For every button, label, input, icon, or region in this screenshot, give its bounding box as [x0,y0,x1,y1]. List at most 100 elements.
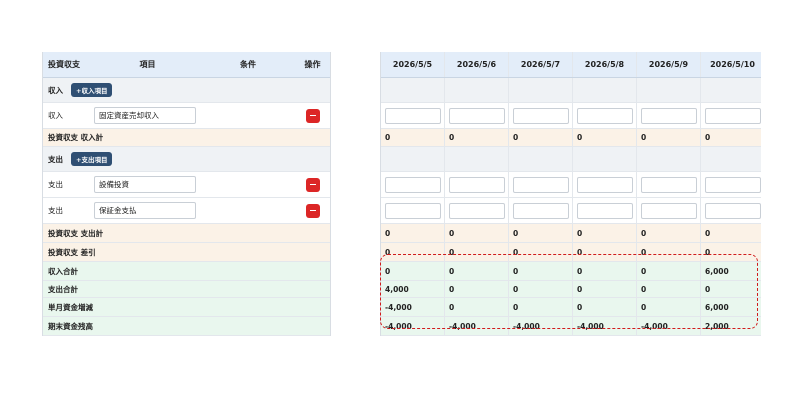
amount-input[interactable] [705,176,761,193]
value-cell: 0 [637,262,701,280]
monthly-change-label: 単月資金増減 [48,302,93,312]
delete-item-button[interactable] [305,108,320,123]
value-cell: 0 [509,224,573,242]
row-type-label: 支出 [48,180,63,189]
expense-item-row: 支出 設備投資 [43,172,330,198]
difference-row: 投資収支 差引 [43,243,330,262]
daily-cashflow-table: 2026/5/5 2026/5/6 2026/5/7 2026/5/8 2026… [380,52,761,336]
item-name-input[interactable]: 設備投資 [94,176,196,193]
value-cell: -4,000 [509,317,573,335]
value-cell: 0 [509,243,573,261]
income-amount-row [381,103,761,129]
income-item-row: 収入 固定資産売却収入 [43,103,330,129]
expense-subtotal-values-row: 0 0 0 0 0 0 [381,224,761,243]
value-cell: 6,000 [701,262,761,280]
investment-items-table: 投資収支 項目 条件 操作 収入 +収入項目 収入 固定資産売却収入 投資収支 … [42,52,331,336]
monthly-change-values-row: -4,000 0 0 0 0 6,000 [381,298,761,317]
header-type: 投資収支 [48,60,80,69]
value-cell: 0 [381,262,445,280]
amount-input[interactable] [513,202,569,219]
value-cell: 0 [445,298,509,316]
value-cell: 0 [573,281,637,297]
item-name-input[interactable]: 保証金支払 [94,202,196,219]
ending-balance-values-row: -4,000 -4,000 -4,000 -4,000 -4,000 2,000 [381,317,761,336]
date-header: 2026/5/10 [701,52,761,77]
amount-input[interactable] [641,107,697,124]
value-cell: 0 [701,129,761,146]
value-cell: 6,000 [701,298,761,316]
header-condition: 条件 [240,60,256,69]
amount-input[interactable] [641,202,697,219]
minus-icon [309,183,316,186]
value-cell: 0 [381,129,445,146]
amount-input[interactable] [513,176,569,193]
amount-input[interactable] [385,176,441,193]
amount-input[interactable] [705,202,761,219]
expense-section-row [381,147,761,172]
value-cell: 0 [381,243,445,261]
value-cell: 0 [701,224,761,242]
amount-input[interactable] [513,107,569,124]
value-cell: 0 [637,281,701,297]
value-cell: 0 [701,281,761,297]
value-cell: 0 [637,243,701,261]
amount-input[interactable] [577,107,633,124]
amount-input[interactable] [385,107,441,124]
amount-input[interactable] [641,176,697,193]
value-cell: 4,000 [381,281,445,297]
expense-amount-row [381,172,761,198]
value-cell: 0 [445,129,509,146]
row-type-label: 収入 [48,111,63,120]
difference-label: 投資収支 差引 [48,247,96,257]
value-cell: 0 [509,129,573,146]
value-cell: 0 [509,281,573,297]
expense-subtotal-label: 投資収支 支出計 [48,228,104,238]
expense-total-row: 支出合計 [43,281,330,298]
add-expense-item-button[interactable]: +支出項目 [71,152,113,166]
condition-cell [201,172,295,197]
income-section-row [381,78,761,103]
left-table-header: 投資収支 項目 条件 操作 [43,52,330,78]
minus-icon [309,209,316,212]
amount-input[interactable] [385,202,441,219]
amount-input[interactable] [577,202,633,219]
income-section-label: 収入 [48,85,63,95]
header-action: 操作 [304,60,321,69]
income-subtotal-label: 投資収支 収入計 [48,133,104,142]
header-item: 項目 [139,60,156,69]
value-cell: 0 [445,281,509,297]
value-cell: 2,000 [701,317,761,335]
date-header: 2026/5/9 [637,52,701,77]
income-subtotal-values-row: 0 0 0 0 0 0 [381,129,761,147]
add-income-item-button[interactable]: +収入項目 [71,83,113,97]
income-subtotal-row: 投資収支 収入計 [43,129,330,147]
delete-item-button[interactable] [305,203,320,218]
delete-item-button[interactable] [305,177,320,192]
value-cell: 0 [381,224,445,242]
value-cell: 0 [701,243,761,261]
value-cell: 0 [509,262,573,280]
ending-balance-label: 期末資金残高 [48,321,93,331]
expense-total-values-row: 4,000 0 0 0 0 0 [381,281,761,298]
value-cell: 0 [573,298,637,316]
expense-item-row: 支出 保証金支払 [43,198,330,224]
expense-amount-row [381,198,761,224]
condition-cell [201,198,295,223]
minus-icon [309,114,316,117]
difference-values-row: 0 0 0 0 0 0 [381,243,761,262]
amount-input[interactable] [449,176,505,193]
amount-input[interactable] [705,107,761,124]
date-header-row: 2026/5/5 2026/5/6 2026/5/7 2026/5/8 2026… [381,52,761,78]
expense-subtotal-row: 投資収支 支出計 [43,224,330,243]
value-cell: 0 [509,298,573,316]
value-cell: 0 [573,243,637,261]
value-cell: 0 [573,129,637,146]
amount-input[interactable] [449,107,505,124]
item-name-input[interactable]: 固定資産売却収入 [94,107,196,124]
value-cell: 0 [445,243,509,261]
amount-input[interactable] [577,176,633,193]
expense-section-label: 支出 [48,154,63,164]
condition-cell [201,103,295,128]
value-cell: -4,000 [381,298,445,316]
amount-input[interactable] [449,202,505,219]
